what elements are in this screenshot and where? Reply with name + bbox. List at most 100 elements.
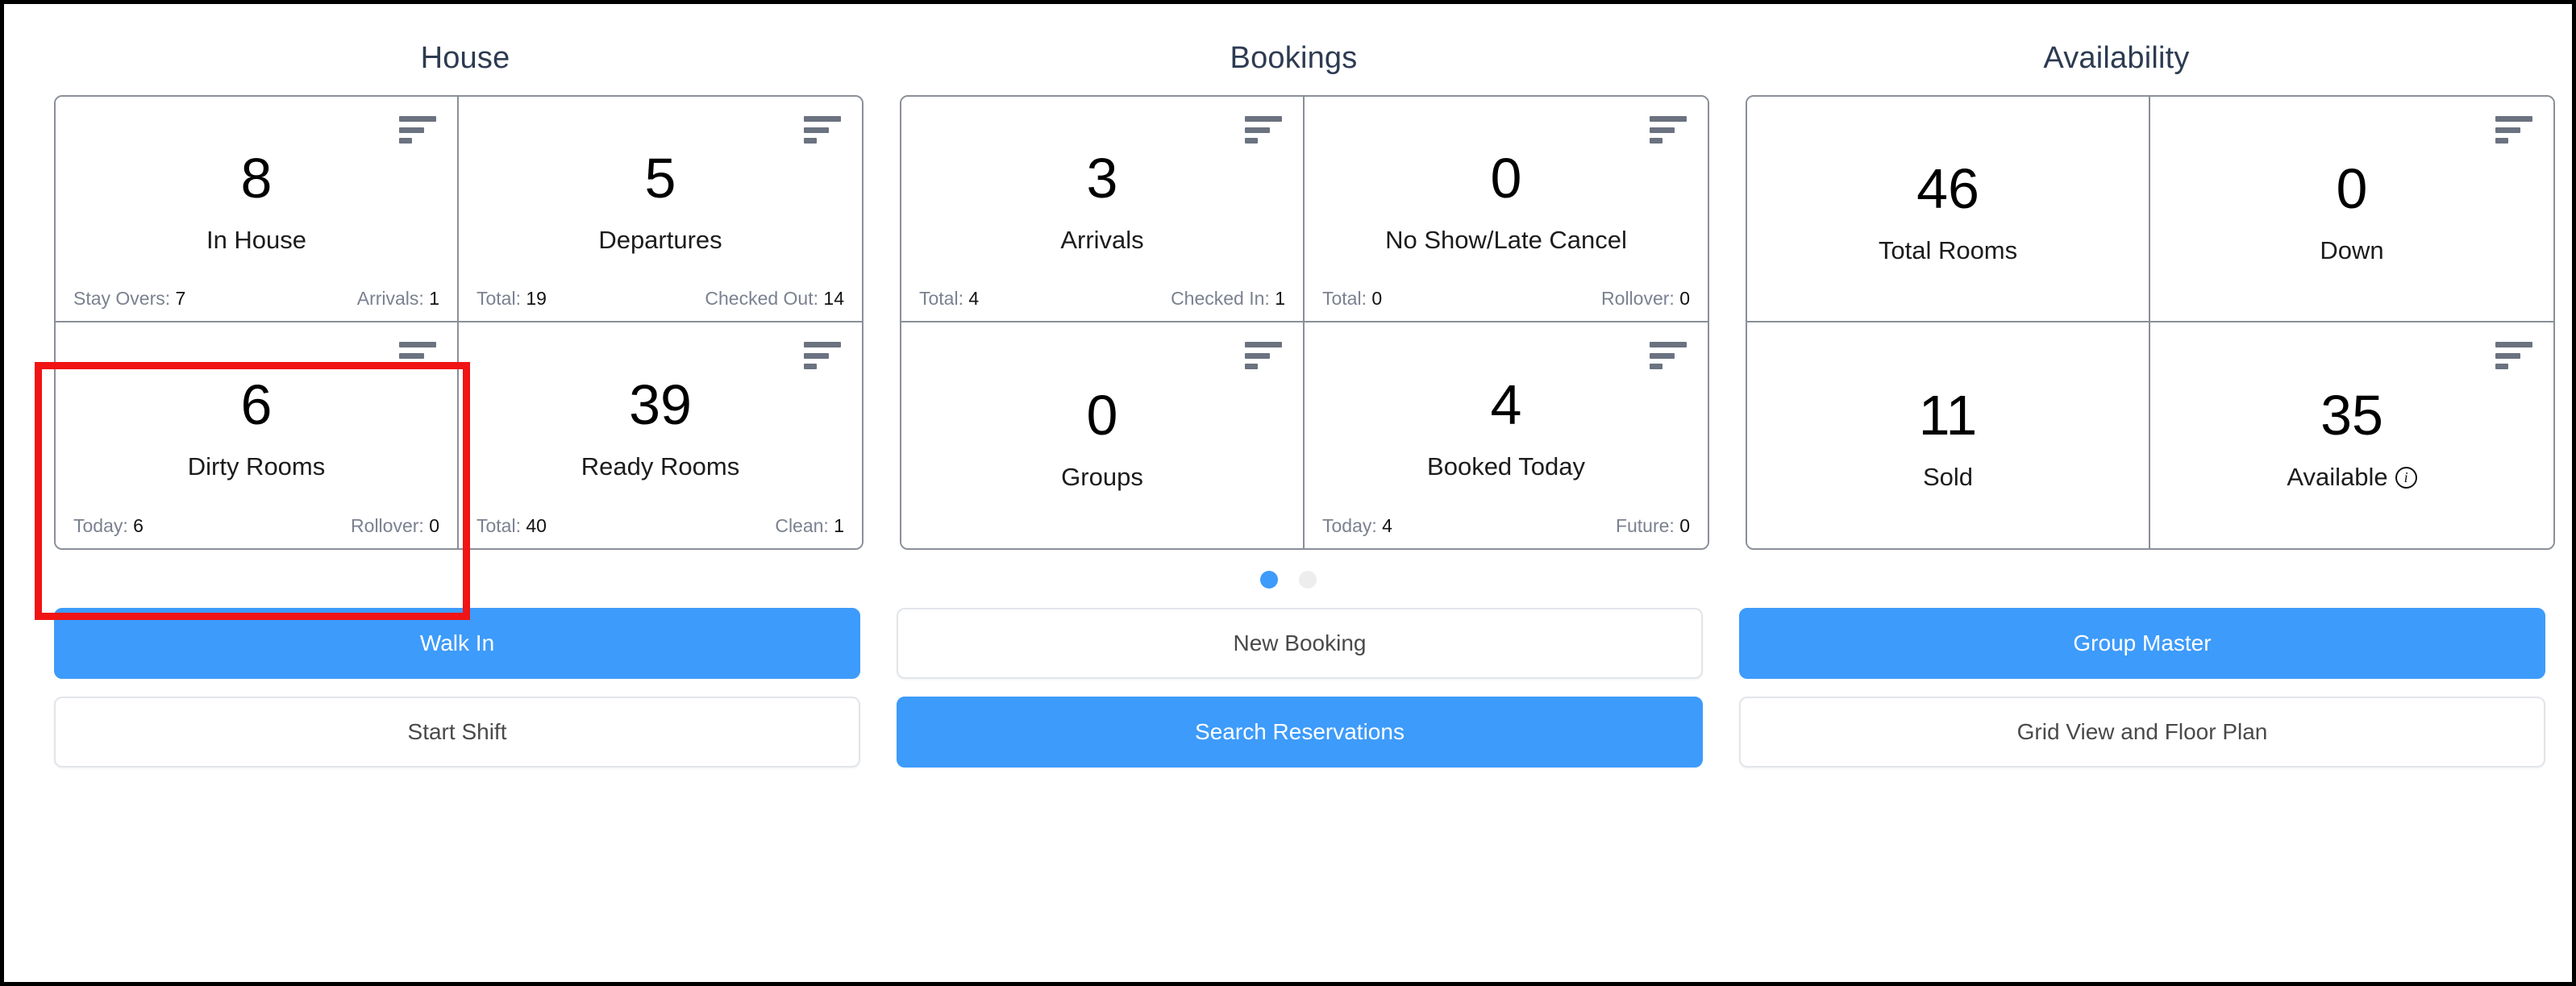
bar-chart-icon[interactable] [804,116,841,144]
tile-label: Groups [1061,463,1143,492]
pager-dot-1[interactable] [1260,571,1278,589]
tile-value: 0 [1491,150,1522,206]
tile-label-text: Available [2287,463,2387,492]
dashboard-page: House Bookings Availability 8 In House S… [0,0,2576,986]
grid-view-floor-plan-button[interactable]: Grid View and Floor Plan [1739,697,2545,768]
tile-available[interactable]: 35 Available i [2150,322,2553,548]
tile-no-show-late-cancel[interactable]: 0 No Show/Late Cancel Total: 0 Rollover:… [1305,97,1708,322]
tile-label-text: Sold [1923,463,1973,492]
tile-footer-right: Clean: 1 [775,515,844,537]
tile-label: Sold [1923,463,1973,492]
carousel-pager [4,571,2572,589]
tile-arrivals[interactable]: 3 Arrivals Total: 4 Checked In: 1 [901,97,1305,322]
footer-left-label: Today: [1322,515,1377,536]
footer-left-value: 6 [133,515,144,536]
tile-groups[interactable]: 0 Groups [901,322,1305,548]
pager-dot-2[interactable] [1299,571,1317,589]
footer-left-label: Total: [476,288,521,309]
tile-departures[interactable]: 5 Departures Total: 19 Checked Out: 14 [459,97,862,322]
tile-total-rooms[interactable]: 46 Total Rooms [1747,97,2150,322]
bar-chart-icon[interactable] [1650,116,1687,144]
tile-body: 0 Down [2168,111,2536,310]
tile-footer-right: Checked Out: 14 [705,288,844,310]
tile-footer-left: Total: 0 [1322,288,1382,310]
footer-right-label: Rollover: [1601,288,1675,309]
info-icon[interactable]: i [2395,467,2417,489]
section-title-availability: Availability [2043,41,2189,75]
section-title-house: House [421,41,510,75]
section-heading-bookings: Bookings [876,41,1711,76]
walk-in-button[interactable]: Walk In [54,608,860,679]
footer-left-value: 0 [1371,288,1382,309]
bar-chart-icon[interactable] [2495,116,2532,144]
tile-body: 11 Sold [1765,337,2131,537]
bar-chart-icon[interactable] [1650,342,1687,369]
tile-label-text: Down [2320,236,2383,265]
tile-footer: Total: 4 Checked In: 1 [919,288,1285,310]
tile-label-text: Departures [598,226,722,255]
tile-dirty-rooms[interactable]: 6 Dirty Rooms Today: 6 Rollover: 0 [56,322,459,548]
start-shift-button[interactable]: Start Shift [54,697,860,768]
tile-value: 3 [1087,150,1118,206]
footer-right-label: Future: [1616,515,1675,536]
footer-left-label: Total: [1322,288,1367,309]
tile-value: 0 [2337,160,2368,217]
tile-label: In House [206,226,306,255]
tile-group-bookings: 3 Arrivals Total: 4 Checked In: 1 0 No S… [900,95,1709,550]
tile-value: 11 [1919,387,1978,443]
footer-left-value: 19 [526,288,547,309]
footer-right-value: 14 [823,288,844,309]
tile-sold[interactable]: 11 Sold [1747,322,2150,548]
tile-body: 0 Groups [919,337,1285,537]
tile-value: 8 [241,150,273,206]
footer-left-label: Today: [73,515,128,536]
tile-in-house[interactable]: 8 In House Stay Overs: 7 Arrivals: 1 [56,97,459,322]
tile-body: 0 No Show/Late Cancel [1322,111,1690,288]
tile-label: Departures [598,226,722,255]
kpi-tiles-row: 8 In House Stay Overs: 7 Arrivals: 1 5 D… [4,95,2572,550]
tile-down[interactable]: 0 Down [2150,97,2553,322]
action-row-1: Walk In New Booking Group Master [54,608,2522,679]
group-master-button[interactable]: Group Master [1739,608,2545,679]
footer-right-value: 0 [1679,515,1690,536]
new-booking-button[interactable]: New Booking [897,608,1703,679]
tile-label: Total Rooms [1879,236,2017,265]
bar-chart-icon[interactable] [399,116,436,144]
tile-booked-today[interactable]: 4 Booked Today Today: 4 Future: 0 [1305,322,1708,548]
tile-label-text: Booked Today [1427,452,1585,481]
tile-label: Available i [2287,463,2416,492]
action-buttons: Walk In New Booking Group Master Start S… [4,608,2572,768]
tile-body: 35 Available i [2168,337,2536,537]
bar-chart-icon[interactable] [1245,342,1282,369]
footer-left-value: 40 [526,515,547,536]
tile-footer: Total: 40 Clean: 1 [476,515,844,537]
tile-value: 35 [2320,387,2383,443]
tile-footer-left: Total: 19 [476,288,547,310]
tile-footer: Stay Overs: 7 Arrivals: 1 [73,288,439,310]
tile-footer-left: Today: 4 [1322,515,1392,537]
footer-left-value: 7 [176,288,186,309]
tile-footer: Today: 6 Rollover: 0 [73,515,439,537]
tile-body: 46 Total Rooms [1765,111,2131,310]
tile-label-text: Total Rooms [1879,236,2017,265]
tile-footer-left: Total: 4 [919,288,979,310]
footer-right-value: 0 [429,515,439,536]
footer-right-label: Checked Out: [705,288,818,309]
tile-value: 6 [241,377,273,433]
bar-chart-icon[interactable] [399,342,436,369]
tile-label-text: Ready Rooms [581,452,739,481]
bar-chart-icon[interactable] [2495,342,2532,369]
section-heading-house: House [54,41,876,76]
tile-value: 5 [645,150,676,206]
tile-group-house: 8 In House Stay Overs: 7 Arrivals: 1 5 D… [54,95,864,550]
tile-label: Arrivals [1060,226,1143,255]
tile-ready-rooms[interactable]: 39 Ready Rooms Total: 40 Clean: 1 [459,322,862,548]
bar-chart-icon[interactable] [1245,116,1282,144]
tile-footer: Total: 0 Rollover: 0 [1322,288,1690,310]
search-reservations-button[interactable]: Search Reservations [897,697,1703,768]
tile-value: 39 [629,377,692,433]
bar-chart-icon[interactable] [804,342,841,369]
footer-right-value: 1 [834,515,844,536]
tile-footer-right: Arrivals: 1 [357,288,439,310]
footer-right-label: Checked In: [1171,288,1270,309]
